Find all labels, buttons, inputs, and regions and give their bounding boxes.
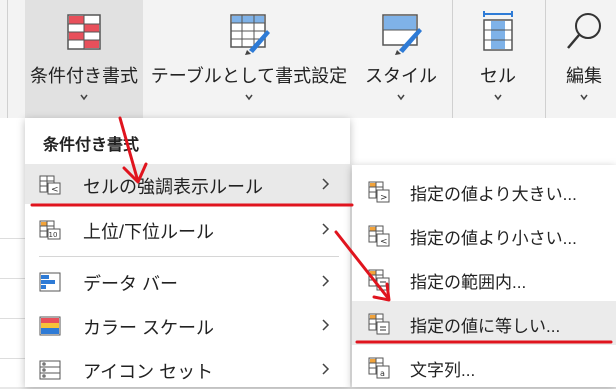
submenu-item-label: 指定の範囲内... bbox=[410, 273, 527, 292]
data-bars-icon bbox=[39, 272, 61, 292]
svg-text:10: 10 bbox=[49, 231, 58, 239]
greater-than-icon: > bbox=[368, 181, 390, 203]
submenu-item-label: 指定の値より小さい... bbox=[410, 229, 577, 248]
editing-button[interactable]: 編集 bbox=[552, 0, 616, 118]
submenu-item-label: 指定の値に等しい... bbox=[410, 317, 561, 336]
highlight-cells-rules-submenu: > 指定の値より大きい... < 指定の値より小さい... 指定の範囲内... bbox=[352, 165, 616, 387]
chevron-down-icon bbox=[580, 94, 588, 101]
editing-label: 編集 bbox=[566, 66, 602, 86]
menu-item-label: セルの強調表示ルール bbox=[83, 177, 263, 197]
submenu-item-less-than[interactable]: < 指定の値より小さい... bbox=[352, 213, 616, 257]
top-bottom-rules-icon: 10 bbox=[39, 220, 61, 240]
format-as-table-icon bbox=[230, 14, 270, 55]
chevron-down-icon bbox=[245, 94, 253, 101]
format-as-table-button[interactable]: テーブルとして書式設定 bbox=[143, 0, 355, 118]
menu-divider bbox=[39, 256, 339, 257]
menu-item-label: 上位/下位ルール bbox=[83, 222, 215, 242]
menu-item-label: データ バー bbox=[83, 274, 179, 294]
icon-sets-icon bbox=[39, 360, 61, 380]
chevron-down-icon bbox=[80, 94, 88, 101]
menu-item-data-bars[interactable]: データ バー bbox=[25, 261, 350, 301]
submenu-item-text-contains[interactable]: a 文字列... bbox=[352, 345, 616, 389]
menu-item-color-scales[interactable]: カラー スケール bbox=[25, 305, 350, 345]
color-scales-icon bbox=[39, 316, 61, 336]
menu-title: 条件付き書式 bbox=[43, 137, 140, 154]
between-icon bbox=[368, 269, 390, 291]
svg-text:<: < bbox=[380, 237, 388, 247]
chevron-right-icon bbox=[322, 363, 330, 375]
cell-styles-button[interactable]: スタイル bbox=[355, 0, 447, 118]
menu-item-label: アイコン セット bbox=[83, 362, 214, 382]
cells-label: セル bbox=[480, 66, 516, 86]
chevron-right-icon bbox=[322, 275, 330, 287]
menu-item-icon-sets[interactable]: アイコン セット bbox=[25, 349, 350, 389]
cells-button[interactable]: セル bbox=[458, 0, 538, 118]
svg-text:<: < bbox=[51, 185, 59, 195]
conditional-formatting-button[interactable]: 条件付き書式 bbox=[25, 0, 143, 118]
menu-item-top-bottom-rules[interactable]: 10 上位/下位ルール bbox=[25, 209, 350, 249]
svg-text:a: a bbox=[380, 369, 385, 378]
submenu-item-greater-than[interactable]: > 指定の値より大きい... bbox=[352, 169, 616, 213]
ribbon-separator bbox=[452, 0, 453, 118]
text-contains-icon: a bbox=[368, 357, 390, 379]
menu-item-highlight-cells-rules[interactable]: < セルの強調表示ルール bbox=[25, 164, 350, 204]
cells-icon bbox=[483, 11, 513, 51]
svg-text:>: > bbox=[380, 193, 388, 203]
conditional-formatting-menu: 条件付き書式 < セルの強調表示ルール 10 上位/下位ルール データ バー カ… bbox=[25, 118, 350, 387]
chevron-down-icon bbox=[494, 94, 502, 101]
chevron-right-icon bbox=[322, 319, 330, 331]
ribbon-separator bbox=[545, 0, 546, 118]
menu-item-label: カラー スケール bbox=[83, 318, 215, 338]
format-as-table-label: テーブルとして書式設定 bbox=[150, 66, 348, 86]
conditional-formatting-icon bbox=[67, 14, 101, 50]
less-than-icon: < bbox=[368, 225, 390, 247]
search-icon bbox=[567, 13, 601, 49]
chevron-right-icon bbox=[322, 223, 330, 235]
submenu-item-label: 指定の値より大きい... bbox=[410, 185, 577, 204]
ribbon-separator bbox=[7, 0, 8, 118]
submenu-item-label: 文字列... bbox=[410, 361, 476, 380]
chevron-down-icon bbox=[397, 94, 405, 101]
cell-styles-label: スタイル bbox=[365, 66, 437, 86]
cell-styles-icon bbox=[382, 14, 422, 55]
chevron-right-icon bbox=[322, 178, 330, 190]
submenu-item-equal-to[interactable]: 指定の値に等しい... bbox=[352, 301, 616, 345]
highlight-cells-rules-icon: < bbox=[39, 175, 61, 195]
ribbon: 条件付き書式 テーブルとして書式設定 スタイル セル 編集 bbox=[0, 0, 616, 118]
submenu-item-between[interactable]: 指定の範囲内... bbox=[352, 257, 616, 301]
conditional-formatting-label: 条件付き書式 bbox=[30, 66, 138, 86]
equal-to-icon bbox=[368, 313, 390, 335]
